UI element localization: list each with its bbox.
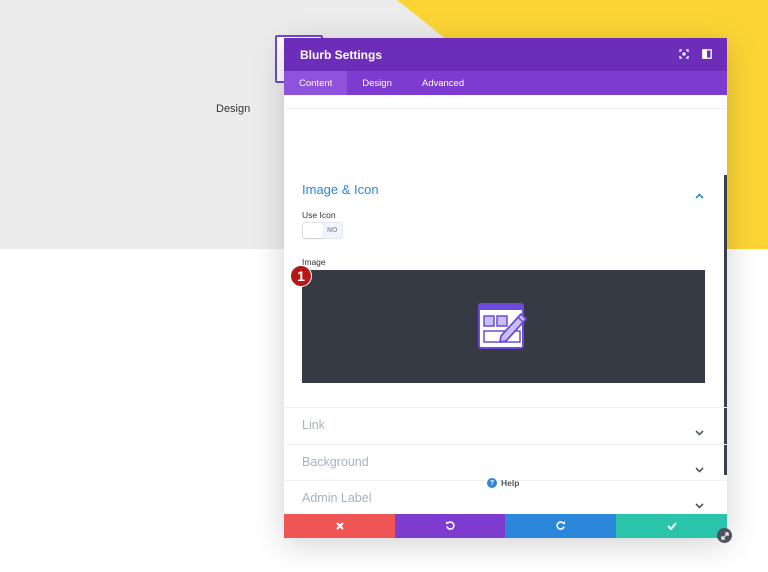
- redo-button[interactable]: [505, 514, 616, 538]
- chevron-down-icon[interactable]: [695, 496, 704, 514]
- close-icon: [335, 517, 344, 535]
- undo-button[interactable]: [395, 514, 505, 538]
- step-badge: 1: [290, 265, 312, 287]
- section-divider: [284, 407, 727, 408]
- settings-tabs: Content Design Advanced: [284, 71, 727, 95]
- image-placeholder-icon: [477, 302, 529, 355]
- save-button[interactable]: [616, 514, 727, 538]
- modal-header: Blurb Settings: [284, 38, 727, 71]
- chevron-down-icon[interactable]: [695, 423, 704, 441]
- tab-design[interactable]: Design: [347, 71, 407, 95]
- blurb-settings-modal: Blurb Settings Content Design Advanced I…: [284, 38, 727, 538]
- undo-icon: [445, 517, 455, 535]
- modal-footer: [284, 514, 727, 538]
- sidebar-icon[interactable]: [700, 47, 714, 61]
- toggle-knob: [303, 223, 323, 238]
- use-icon-label: Use Icon: [302, 210, 336, 220]
- help-label: Help: [501, 478, 520, 488]
- section-divider: [284, 108, 727, 109]
- help-link[interactable]: ? Help: [487, 478, 519, 488]
- scrollbar[interactable]: [724, 175, 727, 475]
- section-link-title[interactable]: Link: [302, 418, 325, 432]
- cancel-button[interactable]: [284, 514, 395, 538]
- checkmark-icon: [666, 517, 677, 535]
- modal-title: Blurb Settings: [300, 47, 383, 62]
- resize-handle-icon[interactable]: [717, 528, 732, 543]
- tab-advanced[interactable]: Advanced: [407, 71, 479, 95]
- section-background-title[interactable]: Background: [302, 455, 369, 469]
- section-admin-label-title[interactable]: Admin Label: [302, 491, 372, 505]
- tab-content[interactable]: Content: [284, 71, 348, 95]
- expand-icon[interactable]: [677, 47, 691, 61]
- help-icon: ?: [487, 478, 497, 488]
- redo-icon: [555, 517, 566, 535]
- section-divider: [284, 444, 727, 445]
- toggle-state: NO: [327, 227, 338, 234]
- use-icon-toggle[interactable]: NO: [302, 222, 343, 239]
- image-upload-preview[interactable]: [302, 270, 705, 383]
- modal-body: Image & Icon Use Icon NO Image 1 Link Ba…: [284, 95, 727, 517]
- section-image-icon-title[interactable]: Image & Icon: [302, 182, 379, 197]
- chevron-up-icon[interactable]: [695, 186, 704, 204]
- page-section-text: Design: [216, 103, 251, 115]
- chevron-down-icon[interactable]: [695, 460, 704, 478]
